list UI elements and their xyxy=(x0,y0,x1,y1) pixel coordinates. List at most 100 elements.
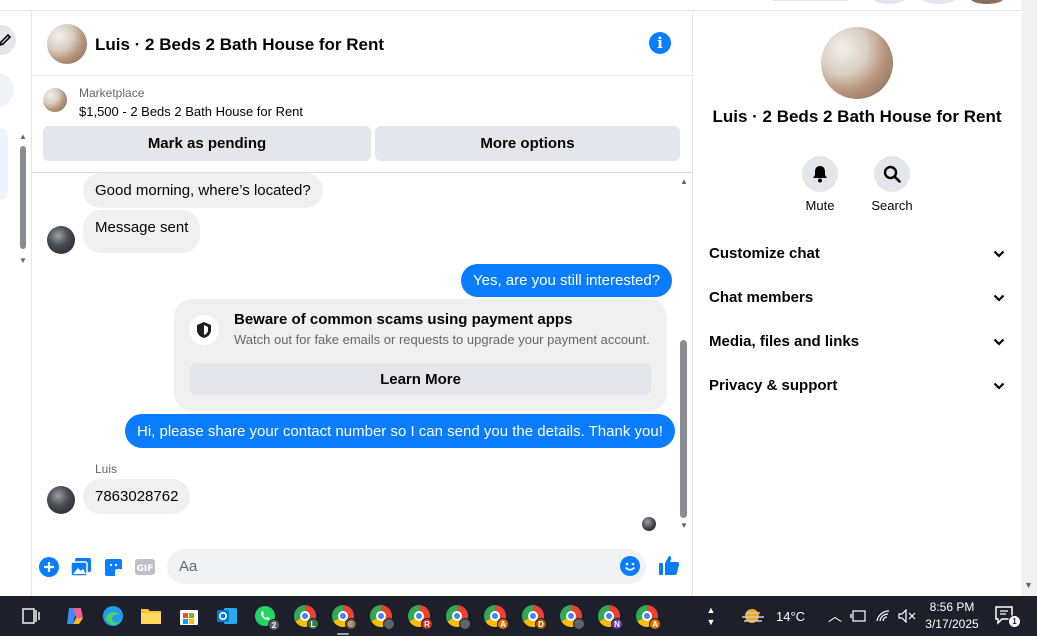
chrome-profile-badge: L xyxy=(307,618,319,630)
new-message-button[interactable] xyxy=(0,25,16,55)
page-scrollbar[interactable]: ▼ xyxy=(1021,0,1037,596)
listing-thumbnail[interactable] xyxy=(43,88,67,112)
learn-more-button[interactable]: Learn More xyxy=(190,363,651,395)
profile-avatar[interactable] xyxy=(821,27,893,99)
shield-icon xyxy=(189,315,219,345)
chrome-window-icon[interactable]: A xyxy=(632,601,662,631)
active-window-indicator xyxy=(337,633,349,635)
taskbar-clock[interactable]: 8:56 PM 3/17/2025 xyxy=(918,599,986,633)
photo-icon[interactable] xyxy=(70,556,92,578)
row-label: Chat members xyxy=(709,288,814,306)
system-tray[interactable]: ︿ xyxy=(828,596,916,636)
file-explorer-icon[interactable] xyxy=(136,601,166,631)
chrome-window-icon[interactable] xyxy=(366,601,396,631)
top-nav-strip xyxy=(0,0,1021,11)
conversation-title[interactable]: Luis · 2 Beds 2 Bath House for Rent xyxy=(95,35,384,55)
chrome-icon xyxy=(446,605,471,630)
clock-time: 8:56 PM xyxy=(929,600,975,614)
weather-widget[interactable]: 14°C xyxy=(740,596,805,636)
chrome-window-icon[interactable] xyxy=(556,601,586,631)
notification-center-icon[interactable]: 1 xyxy=(994,604,1021,628)
mute-action[interactable]: Mute xyxy=(785,156,855,213)
media-files-links-row[interactable]: Media, files and links xyxy=(709,329,1005,353)
account-avatar[interactable] xyxy=(970,0,1004,4)
plus-icon[interactable] xyxy=(38,556,60,578)
scroll-down-arrow-icon[interactable]: ▼ xyxy=(1024,580,1033,590)
copilot-icon[interactable] xyxy=(60,601,90,631)
chrome-window-icon[interactable]: D xyxy=(518,601,548,631)
chrome-icon: D xyxy=(522,605,547,630)
conversation-header: Luis · 2 Beds 2 Bath House for Rent i xyxy=(32,11,693,76)
sticker-icon[interactable] xyxy=(102,556,124,578)
chrome-window-icon[interactable]: L xyxy=(290,601,320,631)
chrome-window-icon[interactable] xyxy=(442,601,472,631)
scam-warning-title: Beware of common scams using payment app… xyxy=(234,311,573,328)
chrome-window-icon[interactable]: N xyxy=(594,601,624,631)
chat-list-panel: ▲ ▼ xyxy=(0,11,32,596)
message-input[interactable]: Aa xyxy=(167,549,646,584)
chrome-profile-badge: A xyxy=(649,618,661,630)
chrome-window-icon[interactable]: © xyxy=(328,601,358,635)
bell-icon[interactable] xyxy=(802,156,838,192)
show-more-taskbar-icon[interactable]: ▲ ▼ xyxy=(705,596,717,636)
wifi-icon[interactable] xyxy=(875,609,891,623)
weather-icon xyxy=(742,609,764,623)
volume-muted-icon[interactable] xyxy=(898,609,916,623)
outlook-icon[interactable] xyxy=(212,601,242,631)
privacy-support-row[interactable]: Privacy & support xyxy=(709,373,1005,397)
chrome-window-icon[interactable]: R xyxy=(404,601,434,631)
scroll-down-arrow-icon[interactable]: ▼ xyxy=(18,257,28,265)
customize-chat-row[interactable]: Customize chat xyxy=(709,241,1005,265)
microsoft-store-icon[interactable] xyxy=(174,601,204,631)
scrollbar-thumb[interactable] xyxy=(20,146,26,249)
scrollbar-thumb[interactable] xyxy=(680,340,687,518)
marketplace-label: Marketplace xyxy=(79,86,145,100)
scroll-up-arrow-icon[interactable]: ▲ xyxy=(679,177,689,186)
contact-avatar[interactable] xyxy=(47,486,75,514)
chevron-up-icon[interactable]: ︿ xyxy=(828,606,842,626)
more-options-button[interactable]: More options xyxy=(375,126,680,161)
outgoing-message[interactable]: Yes, are you still interested? xyxy=(461,264,673,297)
conversation-panel: Luis · 2 Beds 2 Bath House for Rent i Ma… xyxy=(32,11,693,596)
notification-count: 1 xyxy=(1008,615,1021,628)
search-label: Search xyxy=(871,198,913,213)
mark-as-pending-button[interactable]: Mark as pending xyxy=(43,126,371,161)
search-action[interactable]: Search xyxy=(857,156,927,213)
mute-label: Mute xyxy=(805,198,835,213)
chat-members-row[interactable]: Chat members xyxy=(709,285,1005,309)
thumbs-up-icon[interactable] xyxy=(658,554,680,576)
incoming-message[interactable]: Good morning, where’s located? xyxy=(83,173,323,208)
chrome-icon: R xyxy=(408,605,433,630)
compose-icon xyxy=(0,33,12,46)
incoming-message[interactable]: 7863028762 xyxy=(83,479,191,514)
top-nav-item[interactable] xyxy=(772,0,848,1)
incoming-message[interactable]: Message sent xyxy=(83,210,201,253)
search-icon[interactable] xyxy=(874,156,910,192)
info-icon[interactable]: i xyxy=(649,32,671,54)
chat-search-field[interactable] xyxy=(0,73,14,107)
edge-icon[interactable] xyxy=(98,601,128,631)
top-nav-button[interactable] xyxy=(872,0,906,4)
scam-warning-subtitle: Watch out for fake emails or requests to… xyxy=(234,332,650,347)
contact-avatar[interactable] xyxy=(47,226,75,254)
thread-scrollbar[interactable]: ▲ ▼ xyxy=(677,173,691,541)
battery-icon[interactable] xyxy=(850,609,866,623)
message-composer: GIF Aa xyxy=(32,541,693,596)
scroll-up-arrow-icon[interactable]: ▲ xyxy=(18,133,28,141)
top-nav-button[interactable] xyxy=(922,0,956,4)
chat-list-scrollbar[interactable]: ▲ ▼ xyxy=(18,131,28,271)
task-view-icon[interactable] xyxy=(16,601,46,631)
scroll-down-arrow-icon[interactable]: ▼ xyxy=(679,521,689,530)
emoji-icon[interactable] xyxy=(620,556,640,576)
chrome-profile-badge xyxy=(383,618,395,630)
conversation-avatar[interactable] xyxy=(47,24,87,64)
selected-chat-item[interactable] xyxy=(0,129,8,199)
chevron-down-icon xyxy=(993,377,1005,394)
chrome-profile-badge: N xyxy=(611,618,623,630)
whatsapp-icon[interactable]: 2 xyxy=(250,601,280,631)
outgoing-message[interactable]: Hi, please share your contact number so … xyxy=(125,414,675,448)
chrome-window-icon[interactable]: A xyxy=(480,601,510,631)
listing-title[interactable]: $1,500 - 2 Beds 2 Bath House for Rent xyxy=(79,104,303,119)
chrome-icon: © xyxy=(332,605,357,630)
gif-icon[interactable]: GIF xyxy=(134,556,156,578)
